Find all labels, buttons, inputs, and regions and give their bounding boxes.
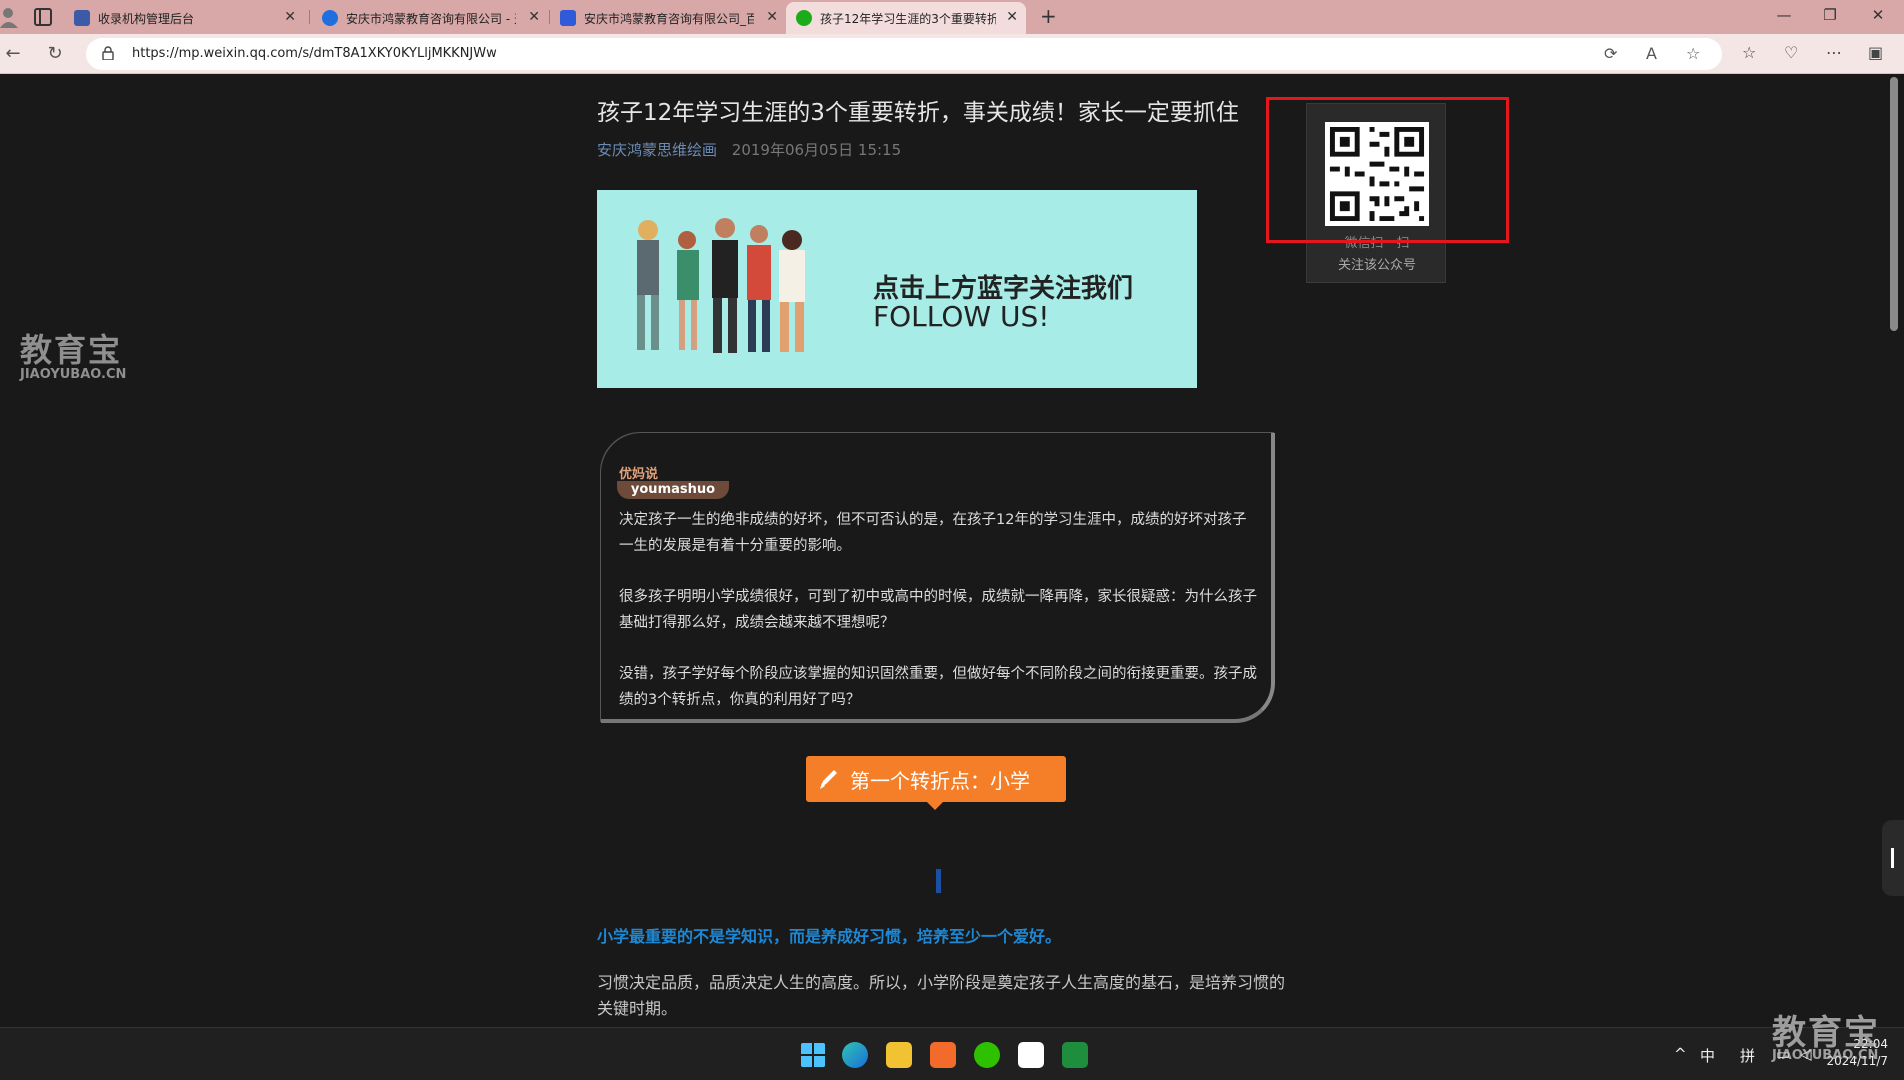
tab-4-active[interactable]: 孩子12年学习生涯的3个重要转折 ✕	[786, 2, 1026, 34]
tab-3[interactable]: 安庆市鸿蒙教育咨询有限公司_百 ✕	[550, 2, 786, 34]
new-tab-button[interactable]: +	[1040, 4, 1057, 28]
tab-actions-icon[interactable]	[34, 8, 52, 26]
tab-title: 安庆市鸿蒙教育咨询有限公司 - 天	[346, 12, 516, 26]
walking-people-illustration	[637, 218, 805, 353]
address-bar[interactable]: https://mp.weixin.qq.com/s/dmT8A1XKY0KYL…	[86, 38, 1722, 70]
favorites-icon[interactable]: ☆	[1742, 43, 1756, 62]
edge-browser-icon[interactable]	[842, 1042, 868, 1068]
tab-title: 孩子12年学习生涯的3个重要转折	[820, 12, 996, 26]
author-link[interactable]: 安庆鸿蒙思维绘画	[597, 141, 717, 159]
publish-date: 2019年06月05日 15:15	[731, 141, 902, 159]
brand-name: 优妈说	[619, 467, 659, 482]
tab-2[interactable]: 安庆市鸿蒙教育咨询有限公司 - 天 ✕	[312, 2, 548, 34]
highlight-sentence: 小学最重要的不是学知识，而是养成好习惯，培养至少一个爱好。	[597, 927, 1062, 946]
app-orange-icon[interactable]	[930, 1042, 956, 1068]
close-tab-icon[interactable]: ✕	[284, 9, 296, 25]
minimize-icon[interactable]: —	[1774, 6, 1794, 24]
restore-icon[interactable]: ❐	[1820, 6, 1840, 24]
page-content: 教育宝 JIAOYUBAO.CN 孩子12年学习生涯的3个重要转折，事关成绩！家…	[0, 75, 1885, 1027]
profile-icon[interactable]	[0, 6, 18, 28]
intro-paragraph-1: 决定孩子一生的绝非成绩的好坏，但不可否认的是，在孩子12年的学习生涯中，成绩的好…	[619, 512, 1247, 554]
wechat-icon[interactable]	[974, 1042, 1000, 1068]
tab-title: 收录机构管理后台	[98, 12, 195, 26]
tab-title: 安庆市鸿蒙教育咨询有限公司_百	[584, 12, 754, 26]
input-method[interactable]: 拼	[1740, 1045, 1755, 1066]
file-explorer-icon[interactable]	[886, 1042, 912, 1068]
banner-subline: FOLLOW US!	[873, 300, 1050, 333]
back-icon[interactable]: ←	[2, 43, 24, 64]
section-heading: 第一个转折点：小学	[806, 756, 1066, 810]
intro-paragraph-2: 很多孩子明明小学成绩很好，可到了初中或高中的时候，成绩就一降再降，家长很疑惑：为…	[619, 589, 1257, 631]
input-language[interactable]: 中	[1700, 1045, 1715, 1066]
watermark-logo: 教育宝 JIAOYUBAO.CN	[20, 331, 127, 382]
article-meta: 安庆鸿蒙思维绘画 2019年06月05日 15:15	[597, 139, 901, 160]
highlight-annotation-box	[1266, 97, 1509, 243]
lock-icon	[102, 46, 114, 60]
close-tab-icon[interactable]: ✕	[766, 9, 778, 25]
follow-banner: 点击上方蓝字关注我们 FOLLOW US!	[597, 190, 1197, 388]
divider-bar	[936, 869, 941, 893]
translate-icon[interactable]: ⟳	[1604, 44, 1617, 63]
remote-desktop-icon[interactable]	[1062, 1042, 1088, 1068]
windows-start-icon[interactable]	[800, 1042, 826, 1068]
tray-overflow-icon[interactable]: ^	[1674, 1045, 1687, 1063]
close-tab-icon[interactable]: ✕	[1006, 9, 1018, 25]
watermark-logo-corner: 教育宝 JIAOYUBAO.CN	[1772, 1013, 1880, 1063]
tab-bar: 收录机构管理后台 ✕ 安庆市鸿蒙教育咨询有限公司 - 天 ✕ 安庆市鸿蒙教育咨询…	[0, 0, 1904, 34]
article-title: 孩子12年学习生涯的3个重要转折，事关成绩！家长一定要抓住	[597, 100, 1239, 126]
site-favicon-icon	[74, 10, 90, 26]
close-window-icon[interactable]: ✕	[1868, 6, 1888, 24]
section-heading-text: 第一个转折点：小学	[850, 769, 1030, 793]
side-panel-handle[interactable]	[1882, 820, 1904, 896]
close-tab-icon[interactable]: ✕	[528, 9, 540, 25]
qr-caption-follow: 关注该公众号	[1337, 258, 1416, 273]
brand-badge: youmashuo	[617, 481, 729, 499]
navigation-bar: ← ↻ https://mp.weixin.qq.com/s/dmT8A1XKY…	[0, 34, 1904, 74]
body-paragraph: 习惯决定品质，品质决定人生的高度。所以，小学阶段是奠定孩子人生高度的基石，是培养…	[597, 973, 1286, 1018]
sidebar-toggle-icon[interactable]: ▣	[1868, 43, 1883, 62]
url-text[interactable]: https://mp.weixin.qq.com/s/dmT8A1XKY0KYL…	[132, 46, 497, 61]
media-player-icon[interactable]	[1018, 1042, 1044, 1068]
wechat-favicon-icon	[796, 10, 812, 26]
site-favicon-icon	[322, 10, 338, 26]
favorite-star-icon[interactable]: ☆	[1686, 44, 1700, 63]
baidu-paw-icon	[560, 10, 576, 26]
tab-1[interactable]: 收录机构管理后台 ✕	[64, 2, 304, 34]
refresh-icon[interactable]: ↻	[44, 43, 66, 64]
intro-paragraph-3: 没错，孩子学好每个阶段应该掌握的知识固然重要，但做好每个不同阶段之间的衔接更重要…	[619, 666, 1257, 708]
read-aloud-icon[interactable]: A	[1646, 44, 1657, 63]
pencil-icon	[820, 770, 837, 789]
browser-essentials-icon[interactable]: ♡	[1784, 43, 1798, 62]
intro-card: 优妈说 youmashuo 决定孩子一生的绝非成绩的好坏，但不可否认的是，在孩子…	[601, 433, 1275, 723]
taskbar: ^ 中 拼 ▭ ◁ 22:04 2024/11/7	[0, 1027, 1904, 1080]
scrollbar-thumb[interactable]	[1890, 77, 1898, 331]
more-options-icon[interactable]: ⋯	[1826, 43, 1842, 62]
